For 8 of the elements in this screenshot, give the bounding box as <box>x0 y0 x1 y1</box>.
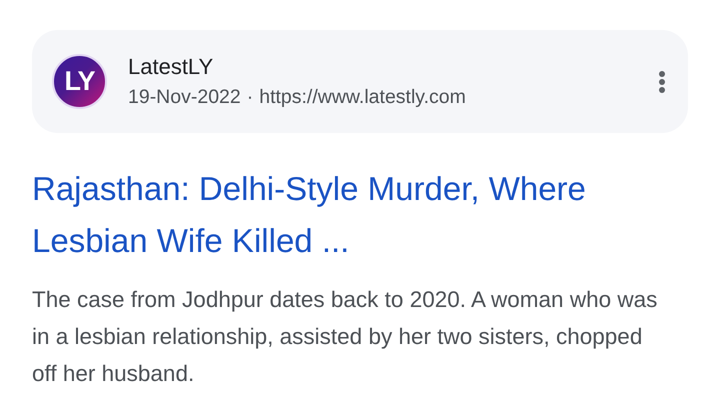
result-title-link[interactable]: Rajasthan: Delhi-Style Murder, Where Lesbian Wife Killed ... <box>32 163 592 267</box>
site-logo: LY <box>52 54 107 109</box>
site-url: https://www.latestly.com <box>259 86 466 109</box>
publish-date: 19-Nov-2022 <box>128 86 241 109</box>
result-snippet: The case from Jodhpur dates back to 2020. A woman who was in a lesbian relationship, assisted by her two sisters, chopped off her husband. <box>32 286 658 388</box>
separator: · <box>246 86 254 109</box>
site-name: LatestLY <box>128 54 214 80</box>
more-options-icon[interactable] <box>658 70 666 94</box>
